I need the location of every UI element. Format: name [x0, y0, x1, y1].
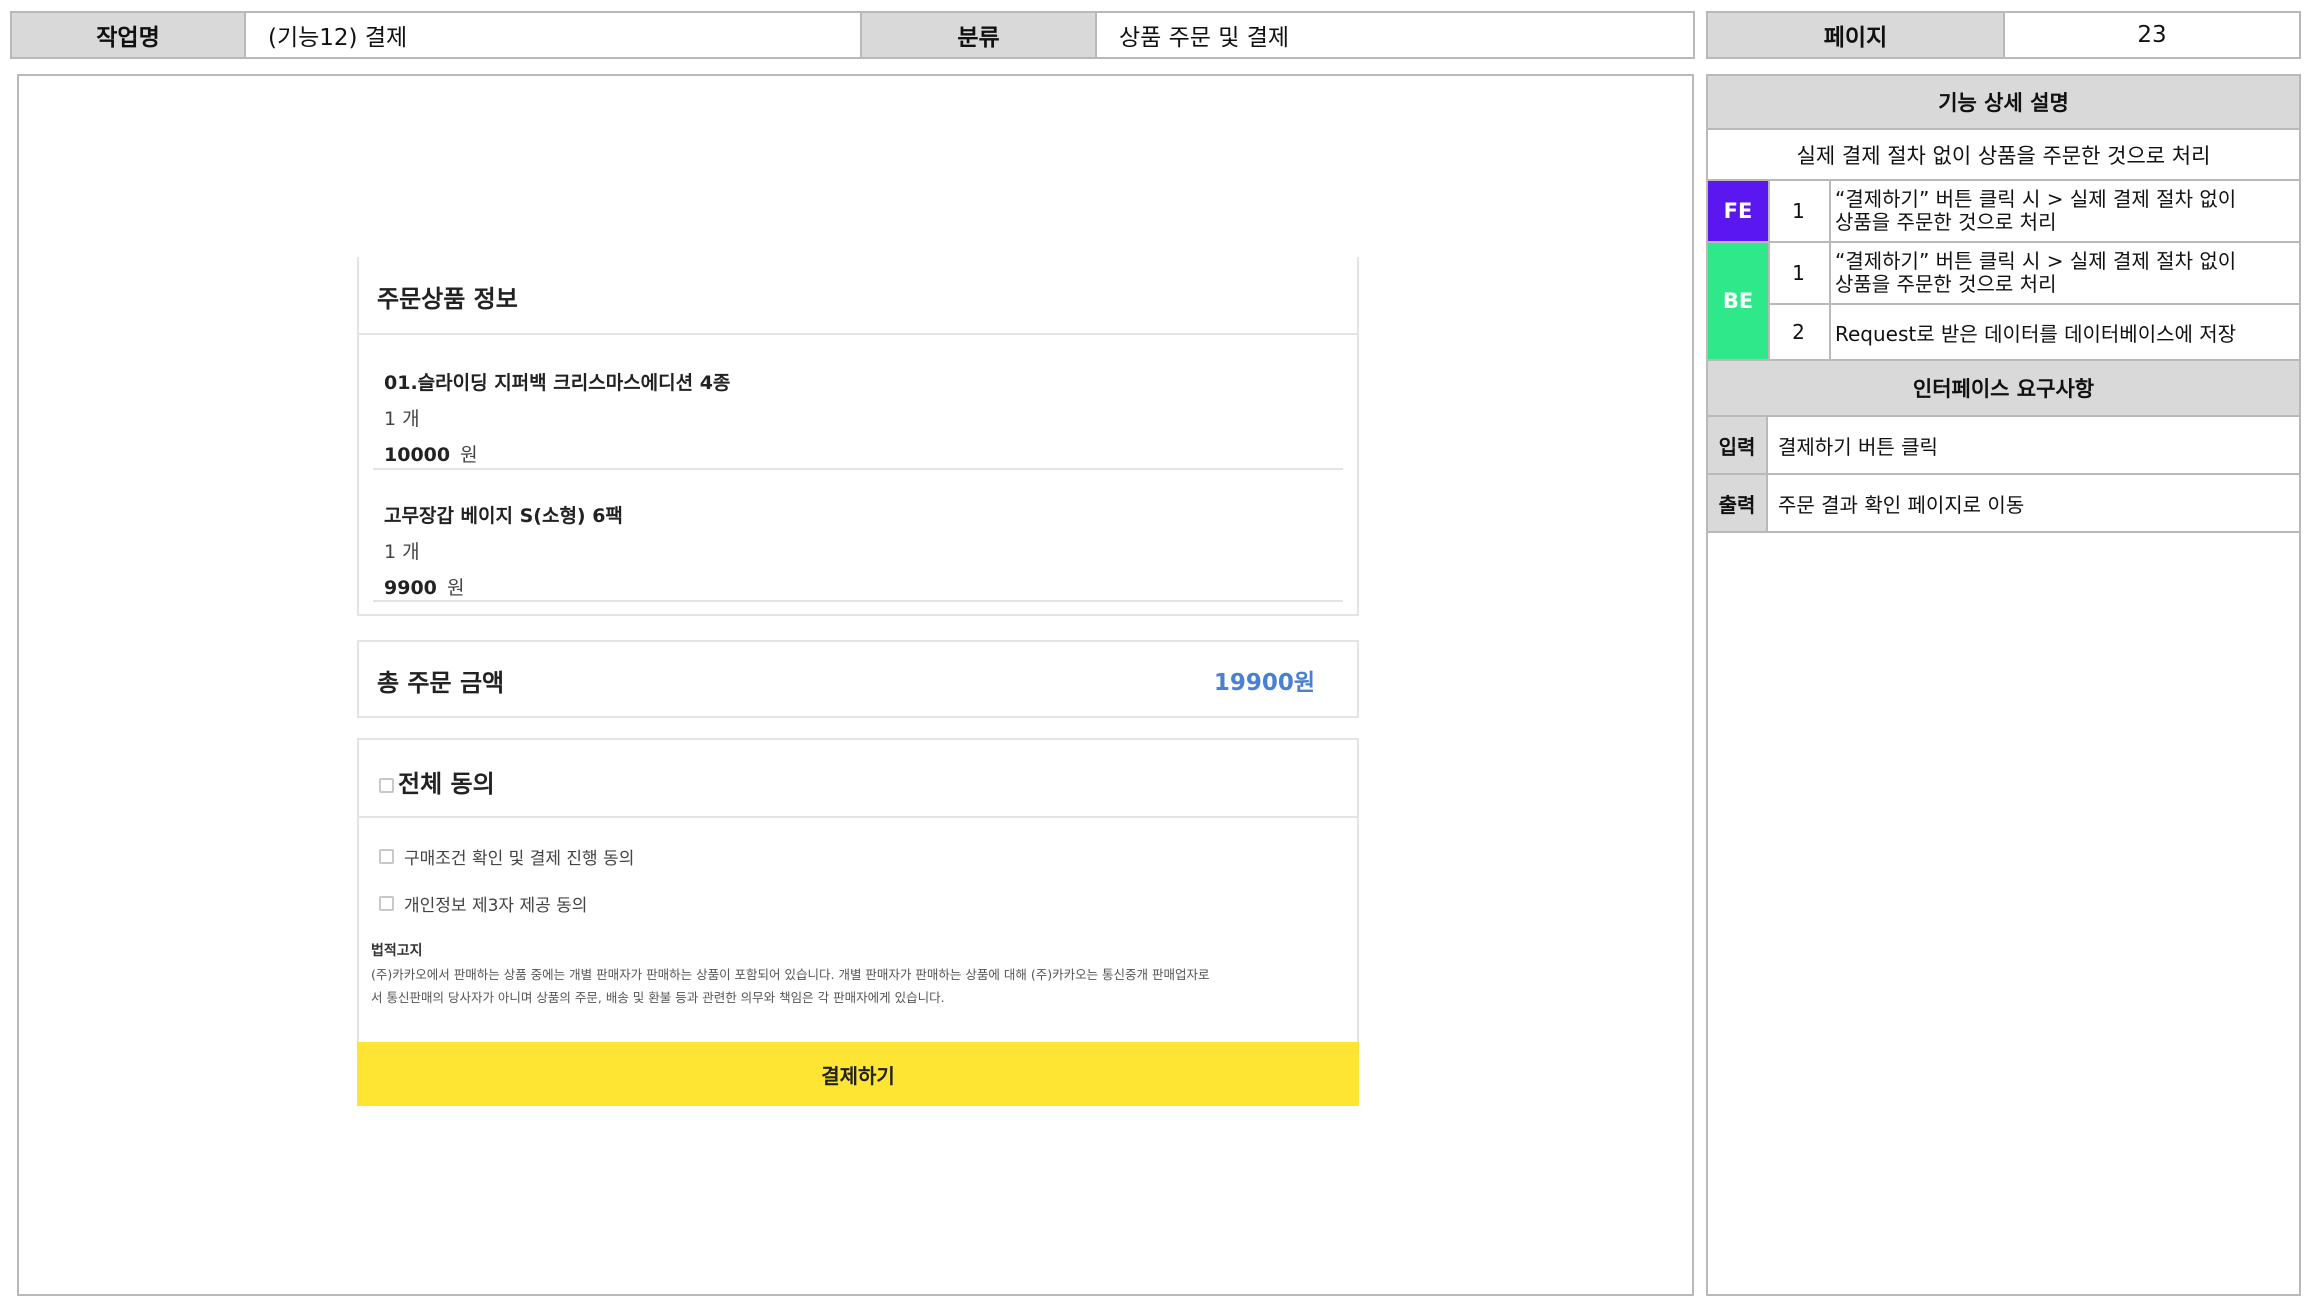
task-label-text: 작업명: [96, 25, 160, 51]
total-card: 총 주문 금액 19900원: [357, 640, 1359, 718]
spec-summary: 실제 결제 절차 없이 상품을 주문한 것으로 처리: [1796, 143, 2211, 168]
be-row-desc-line: 상품을 주문한 것으로 처리: [1835, 272, 2057, 296]
agree-all-label[interactable]: 전체 동의: [398, 764, 495, 799]
table-vline: [1829, 181, 1831, 361]
order-item: 01.슬라이딩 지퍼백 크리스마스에디션 4종 1 개 10000 원: [384, 368, 730, 467]
be-row-desc: “결제하기” 버튼 클릭 시 > 실제 결제 절차 없이 상품을 주문한 것으로…: [1829, 250, 2236, 296]
be-row-desc-line: Request로 받은 데이터를 데이터베이스에 저장: [1835, 321, 2237, 346]
fe-row-desc-line: “결제하기” 버튼 클릭 시 > 실제 결제 절차 없이: [1835, 187, 2237, 211]
order-item-price-row: 10000 원: [384, 440, 730, 467]
agree-divider: [359, 816, 1357, 818]
order-item-price: 9900: [384, 577, 437, 599]
pay-button-label: 결제하기: [821, 1063, 895, 1088]
page-number: 23: [2003, 11, 2301, 59]
output-label: 출력: [1708, 475, 1768, 531]
be-row-desc: Request로 받은 데이터를 데이터베이스에 저장: [1829, 318, 2236, 347]
order-item-divider: [373, 468, 1343, 470]
spec-summary-row: 실제 결제 절차 없이 상품을 주문한 것으로 처리: [1708, 130, 2299, 181]
spec-panel: 기능 상세 설명 실제 결제 절차 없이 상품을 주문한 것으로 처리 FE 1…: [1706, 74, 2301, 1296]
table-vline: [1768, 181, 1770, 361]
fe-row-desc-line: 상품을 주문한 것으로 처리: [1835, 210, 2057, 234]
fe-label: FE: [1723, 199, 1753, 223]
order-section-title: 주문상품 정보: [377, 285, 518, 313]
fe-row: 1 “결제하기” 버튼 클릭 시 > 실제 결제 절차 없이 상품을 주문한 것…: [1768, 181, 2299, 243]
fe-row-desc: “결제하기” 버튼 클릭 시 > 실제 결제 절차 없이 상품을 주문한 것으로…: [1829, 188, 2236, 234]
order-item-unit: 원: [460, 444, 478, 466]
output-row: 출력 주문 결과 확인 페이지로 이동: [1708, 475, 2299, 533]
be-row: 2 Request로 받은 데이터를 데이터베이스에 저장: [1768, 305, 2299, 361]
order-item-price-row: 9900 원: [384, 573, 623, 600]
category-label: 분류: [860, 11, 1097, 59]
output-value: 주문 결과 확인 페이지로 이동: [1778, 492, 2025, 517]
order-items-card: 주문상품 정보 01.슬라이딩 지퍼백 크리스마스에디션 4종 1 개 1000…: [357, 257, 1359, 616]
be-badge: BE: [1708, 243, 1768, 361]
order-item-name: 01.슬라이딩 지퍼백 크리스마스에디션 4종: [384, 372, 731, 394]
be-row-desc-line: “결제하기” 버튼 클릭 시 > 실제 결제 절차 없이: [1835, 249, 2237, 273]
agreement-card: 전체 동의 구매조건 확인 및 결제 진행 동의 개인정보 제3자 제공 동의 …: [357, 738, 1359, 1046]
legal-notice-line: 서 통신판매의 당사자가 아니며 상품의 주문, 배송 및 환불 등과 관련한 …: [371, 990, 945, 1005]
screen-mockup-frame: 주문상품 정보 01.슬라이딩 지퍼백 크리스마스에디션 4종 1 개 1000…: [17, 74, 1694, 1296]
task-label: 작업명: [10, 11, 246, 59]
order-item-name: 고무장갑 베이지 S(소형) 6팩: [384, 505, 623, 527]
be-label: BE: [1722, 289, 1754, 313]
legal-notice-title: 법적고지: [371, 943, 423, 959]
category-label-text: 분류: [957, 25, 1000, 51]
interface-title-row: 인터페이스 요구사항: [1708, 361, 2299, 417]
order-item-divider: [373, 600, 1343, 602]
input-label: 입력: [1708, 417, 1768, 473]
pay-button[interactable]: 결제하기: [357, 1042, 1359, 1106]
total-value: 19900원: [1213, 670, 1315, 696]
order-item-price: 10000: [384, 444, 451, 466]
spec-title-row: 기능 상세 설명: [1708, 76, 2299, 130]
category-value: 상품 주문 및 결제: [1095, 11, 1695, 59]
fe-row-number: 1: [1792, 199, 1805, 223]
page-label: 페이지: [1706, 11, 2005, 59]
agree-all-checkbox[interactable]: [379, 778, 394, 793]
page-label-text: 페이지: [1823, 25, 1888, 51]
spec-title: 기능 상세 설명: [1938, 91, 2069, 115]
legal-notice-line: (주)카카오에서 판매하는 상품 중에는 개별 판매자가 판매하는 상품이 포함…: [371, 967, 1210, 982]
be-row-number: 1: [1792, 261, 1805, 285]
total-label: 총 주문 금액: [377, 669, 505, 697]
order-item-qty: 1 개: [384, 541, 420, 563]
category-value-text: 상품 주문 및 결제: [1119, 25, 1290, 51]
order-item: 고무장갑 베이지 S(소형) 6팩 1 개 9900 원: [384, 501, 623, 600]
task-value: (기능12) 결제: [244, 11, 862, 59]
be-row-number: 2: [1792, 320, 1805, 344]
input-row: 입력 결제하기 버튼 클릭: [1708, 417, 2299, 475]
agree-privacy-label[interactable]: 개인정보 제3자 제공 동의: [404, 891, 587, 916]
order-item-unit: 원: [446, 577, 465, 599]
agree-terms-label[interactable]: 구매조건 확인 및 결제 진행 동의: [404, 844, 634, 869]
page-number-text: 23: [2137, 22, 2167, 48]
order-item-qty: 1 개: [384, 408, 420, 430]
task-value-text: (기능12) 결제: [268, 25, 408, 51]
agree-terms-checkbox[interactable]: [379, 849, 394, 864]
order-title-divider: [359, 333, 1357, 335]
agree-privacy-checkbox[interactable]: [379, 896, 394, 911]
interface-title: 인터페이스 요구사항: [1912, 377, 2095, 401]
fe-badge: FE: [1708, 181, 1768, 243]
input-value: 결제하기 버튼 클릭: [1778, 434, 1938, 459]
be-row: 1 “결제하기” 버튼 클릭 시 > 실제 결제 절차 없이 상품을 주문한 것…: [1768, 243, 2299, 305]
